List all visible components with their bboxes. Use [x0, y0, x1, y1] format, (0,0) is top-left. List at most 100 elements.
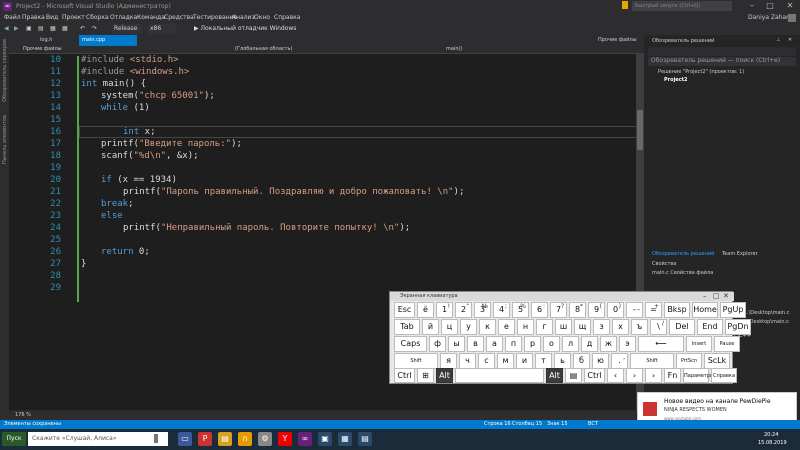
task-view-icon[interactable]: ▭ — [178, 432, 192, 446]
osk-key[interactable]: й — [422, 319, 439, 335]
notification-flag-icon[interactable] — [622, 1, 628, 9]
yandex-icon[interactable]: Y — [278, 432, 292, 446]
osk-key[interactable]: ‹ — [607, 368, 624, 383]
server-explorer-tab[interactable]: Обозреватель серверов — [2, 39, 8, 102]
osk-key[interactable]: Bksp — [664, 302, 690, 318]
osk-key[interactable]: Справка — [711, 368, 737, 383]
project-node[interactable]: Project2 — [664, 77, 688, 83]
osk-key[interactable]: ж — [600, 336, 617, 352]
osk-key[interactable]: и — [516, 353, 533, 369]
start-button[interactable]: Пуск — [2, 432, 26, 446]
osk-key[interactable]: ё — [417, 302, 434, 318]
menu-file[interactable]: Файл — [4, 14, 21, 21]
osk-key[interactable]: PrtScn — [676, 353, 702, 369]
start-debug-button[interactable]: ▶ Локальный отладчик Windows — [194, 24, 296, 34]
osk-key[interactable]: ScLk — [704, 353, 730, 369]
osk-key[interactable]: э — [619, 336, 636, 352]
avatar[interactable] — [788, 14, 796, 22]
undo-icon[interactable]: ↶ — [80, 24, 85, 34]
osk-key[interactable]: ш — [555, 319, 572, 335]
osk-key[interactable]: Insert — [686, 336, 712, 352]
platform-dropdown[interactable]: x86 — [148, 24, 176, 34]
visual-studio-taskbar-icon[interactable]: ∞ — [298, 432, 312, 446]
tab-overflow[interactable]: Прочие файлы — [595, 35, 640, 46]
osk-key[interactable]: 4; — [493, 302, 510, 318]
osk-key[interactable]: 1! — [436, 302, 453, 318]
menu-analyze[interactable]: Анализ — [232, 14, 255, 21]
osk-key[interactable]: у — [460, 319, 477, 335]
osk-key[interactable]: ч — [459, 353, 476, 369]
osk-key[interactable]: т — [535, 353, 552, 369]
console-icon[interactable]: ▦ — [338, 432, 352, 446]
osk-key[interactable]: о — [543, 336, 560, 352]
osk-key[interactable]: End — [697, 319, 723, 335]
headphones-icon[interactable]: ∩ — [238, 432, 252, 446]
save-all-icon[interactable]: ▦ — [62, 24, 68, 34]
osk-key[interactable]: Ctrl — [584, 368, 605, 383]
osk-key[interactable]: р — [524, 336, 541, 352]
osk-minimize-button[interactable]: – — [703, 292, 707, 300]
osk-maximize-button[interactable]: □ — [713, 292, 720, 300]
settings-icon[interactable]: ⚙ — [258, 432, 272, 446]
app-icon[interactable]: ▣ — [318, 432, 332, 446]
osk-key[interactable]: Pause — [714, 336, 740, 352]
osk-key[interactable]: 5% — [512, 302, 529, 318]
osk-key[interactable]: м — [497, 353, 514, 369]
open-folder-icon[interactable]: ▤ — [38, 24, 44, 34]
zoom-level[interactable]: 176 % — [15, 412, 31, 418]
osk-key[interactable]: PgUp — [720, 302, 746, 318]
menu-team[interactable]: Команда — [137, 14, 165, 21]
powerpoint-icon[interactable]: P — [198, 432, 212, 446]
osk-key[interactable]: г — [536, 319, 553, 335]
quick-launch-input[interactable]: Быстрый запуск (Ctrl+Q) — [632, 1, 732, 11]
osk-key[interactable]: ., — [611, 353, 628, 369]
osk-key[interactable]: 2 " — [455, 302, 472, 318]
redo-icon[interactable]: ↷ — [92, 24, 97, 34]
osk-key[interactable]: PgDn — [725, 319, 751, 335]
osk-key[interactable] — [455, 368, 544, 383]
osk-key[interactable]: Alt — [436, 368, 453, 383]
menu-window[interactable]: Окно — [254, 14, 270, 21]
osk-key[interactable]: 8 * — [569, 302, 586, 318]
osk-key[interactable]: е — [498, 319, 515, 335]
clock-time[interactable]: 20:24 — [764, 432, 778, 438]
osk-key[interactable]: Shift — [394, 353, 438, 369]
osk-close-button[interactable]: ✕ — [723, 292, 729, 300]
tab-solution-explorer[interactable]: Обозреватель решений — [652, 251, 714, 257]
toolbox-tab[interactable]: Панель элементов — [2, 115, 8, 164]
osk-key[interactable]: в — [467, 336, 484, 352]
osk-key[interactable]: Alt — [546, 368, 563, 383]
osk-key[interactable]: Caps — [394, 336, 427, 352]
osk-key[interactable]: б — [573, 353, 590, 369]
osk-key[interactable]: х — [612, 319, 629, 335]
osk-key[interactable]: Ctrl — [394, 368, 415, 383]
nav-function-dropdown[interactable]: main() — [446, 46, 462, 52]
menu-test[interactable]: Тестирование — [193, 14, 237, 21]
osk-key[interactable]: д — [581, 336, 598, 352]
taskbar-search-input[interactable]: Скажите «Слушай, Алиса» — [28, 432, 168, 446]
osk-key[interactable]: ⟵ — [638, 336, 684, 352]
osk-key[interactable]: щ — [574, 319, 591, 335]
app2-icon[interactable]: ▤ — [358, 432, 372, 446]
osk-key[interactable]: Fn — [664, 368, 681, 383]
osk-key[interactable]: 6: — [531, 302, 548, 318]
osk-key[interactable]: - _ — [626, 302, 643, 318]
osk-key[interactable]: › — [645, 368, 662, 383]
osk-key[interactable]: ы — [448, 336, 465, 352]
osk-key[interactable]: п — [505, 336, 522, 352]
menu-project[interactable]: Проект — [62, 14, 85, 21]
maximize-button[interactable]: □ — [762, 0, 778, 13]
tab-main-cpp[interactable]: main.cpp — [79, 35, 137, 46]
nav-file-dropdown[interactable]: Прочие файлы — [23, 46, 62, 52]
back-icon[interactable]: ◀ — [4, 24, 9, 34]
osk-key[interactable]: ▤ — [565, 368, 582, 383]
tab-team-explorer[interactable]: Team Explorer — [722, 251, 758, 257]
menu-debug[interactable]: Отладка — [110, 14, 137, 21]
osk-key[interactable]: 0) — [607, 302, 624, 318]
osk-key[interactable]: ⊞ — [417, 368, 434, 383]
menu-build[interactable]: Сборка — [86, 14, 109, 21]
osk-key[interactable]: ъ — [631, 319, 648, 335]
osk-key[interactable]: \ / — [650, 319, 667, 335]
pin-icon[interactable]: ⊥ — [776, 37, 780, 43]
osk-key[interactable]: з — [593, 319, 610, 335]
